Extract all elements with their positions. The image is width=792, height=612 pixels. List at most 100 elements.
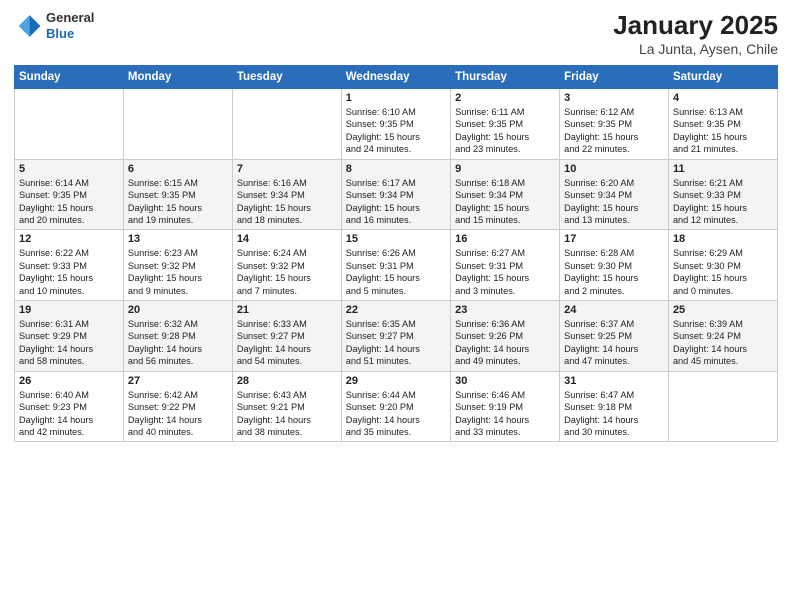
day-number: 19 xyxy=(19,304,119,316)
calendar-empty-cell xyxy=(15,89,124,160)
calendar-day-6: 6Sunrise: 6:15 AMSunset: 9:35 PMDaylight… xyxy=(123,159,232,230)
day-number: 29 xyxy=(346,375,446,387)
day-info: Sunrise: 6:33 AMSunset: 9:27 PMDaylight:… xyxy=(237,318,337,368)
day-number: 15 xyxy=(346,233,446,245)
day-number: 30 xyxy=(455,375,555,387)
day-number: 21 xyxy=(237,304,337,316)
day-info: Sunrise: 6:26 AMSunset: 9:31 PMDaylight:… xyxy=(346,247,446,297)
calendar-day-20: 20Sunrise: 6:32 AMSunset: 9:28 PMDayligh… xyxy=(123,301,232,372)
calendar-day-8: 8 Sunrise: 6:17 AMSunset: 9:34 PMDaylight… xyxy=(341,159,450,230)
logo-text: General Blue xyxy=(46,10,94,41)
day-number: 1 xyxy=(346,92,446,104)
day-info: Sunrise: 6:39 AMSunset: 9:24 PMDaylight:… xyxy=(673,318,773,368)
logo-blue: Blue xyxy=(46,26,74,41)
day-number: 25 xyxy=(673,304,773,316)
calendar-day-17: 17Sunrise: 6:28 AMSunset: 9:30 PMDayligh… xyxy=(560,230,669,301)
day-info: Sunrise: 6:24 AMSunset: 9:32 PMDaylight:… xyxy=(237,247,337,297)
calendar-empty-cell xyxy=(232,89,341,160)
day-number: 28 xyxy=(237,375,337,387)
calendar-header-friday: Friday xyxy=(560,66,669,89)
calendar-week-1: 1 Sunrise: 6:10 AMSunset: 9:35 PMDaylight… xyxy=(15,89,778,160)
calendar-day-21: 21 Sunrise: 6:33 AMSunset: 9:27 PMDayligh… xyxy=(232,301,341,372)
calendar-week-3: 12 Sunrise: 6:22 AMSunset: 9:33 PMDayligh… xyxy=(15,230,778,301)
calendar-day-28: 28Sunrise: 6:43 AMSunset: 9:21 PMDayligh… xyxy=(232,371,341,442)
calendar-week-4: 19 Sunrise: 6:31 AMSunset: 9:29 PMDayligh… xyxy=(15,301,778,372)
calendar-empty-cell xyxy=(123,89,232,160)
calendar-day-1: 1 Sunrise: 6:10 AMSunset: 9:35 PMDaylight… xyxy=(341,89,450,160)
calendar-day-24: 24Sunrise: 6:37 AMSunset: 9:25 PMDayligh… xyxy=(560,301,669,372)
calendar-header-sunday: Sunday xyxy=(15,66,124,89)
calendar-day-14: 14 Sunrise: 6:24 AMSunset: 9:32 PMDayligh… xyxy=(232,230,341,301)
day-number: 31 xyxy=(564,375,664,387)
day-number: 4 xyxy=(673,92,773,104)
calendar-day-11: 11 Sunrise: 6:21 AMSunset: 9:33 PMDayligh… xyxy=(668,159,777,230)
day-info: Sunrise: 6:29 AMSunset: 9:30 PMDaylight:… xyxy=(673,247,773,297)
day-info: Sunrise: 6:47 AMSunset: 9:18 PMDaylight:… xyxy=(564,389,664,439)
calendar-empty-cell xyxy=(668,371,777,442)
day-info: Sunrise: 6:27 AMSunset: 9:31 PMDaylight:… xyxy=(455,247,555,297)
day-info: Sunrise: 6:14 AMSunset: 9:35 PMDaylight:… xyxy=(19,177,119,227)
calendar-week-5: 26Sunrise: 6:40 AMSunset: 9:23 PMDayligh… xyxy=(15,371,778,442)
day-info: Sunrise: 6:21 AMSunset: 9:33 PMDaylight:… xyxy=(673,177,773,227)
day-info: Sunrise: 6:42 AMSunset: 9:22 PMDaylight:… xyxy=(128,389,228,439)
day-info: Sunrise: 6:23 AMSunset: 9:32 PMDaylight:… xyxy=(128,247,228,297)
logo: General Blue xyxy=(14,10,94,41)
day-number: 27 xyxy=(128,375,228,387)
calendar-day-10: 10 Sunrise: 6:20 AMSunset: 9:34 PMDayligh… xyxy=(560,159,669,230)
calendar-day-15: 15 Sunrise: 6:26 AMSunset: 9:31 PMDayligh… xyxy=(341,230,450,301)
day-number: 8 xyxy=(346,163,446,175)
calendar-day-25: 25 Sunrise: 6:39 AMSunset: 9:24 PMDayligh… xyxy=(668,301,777,372)
calendar-day-2: 2Sunrise: 6:11 AMSunset: 9:35 PMDaylight… xyxy=(451,89,560,160)
header: General Blue January 2025 La Junta, Ayse… xyxy=(14,10,778,57)
day-info: Sunrise: 6:18 AMSunset: 9:34 PMDaylight:… xyxy=(455,177,555,227)
calendar-day-12: 12 Sunrise: 6:22 AMSunset: 9:33 PMDayligh… xyxy=(15,230,124,301)
day-number: 6 xyxy=(128,163,228,175)
calendar-day-29: 29Sunrise: 6:44 AMSunset: 9:20 PMDayligh… xyxy=(341,371,450,442)
day-info: Sunrise: 6:13 AMSunset: 9:35 PMDaylight:… xyxy=(673,106,773,156)
day-info: Sunrise: 6:37 AMSunset: 9:25 PMDaylight:… xyxy=(564,318,664,368)
day-info: Sunrise: 6:31 AMSunset: 9:29 PMDaylight:… xyxy=(19,318,119,368)
day-number: 22 xyxy=(346,304,446,316)
calendar-header-saturday: Saturday xyxy=(668,66,777,89)
page: General Blue January 2025 La Junta, Ayse… xyxy=(0,0,792,612)
day-info: Sunrise: 6:28 AMSunset: 9:30 PMDaylight:… xyxy=(564,247,664,297)
calendar-table: SundayMondayTuesdayWednesdayThursdayFrid… xyxy=(14,65,778,442)
day-info: Sunrise: 6:10 AMSunset: 9:35 PMDaylight:… xyxy=(346,106,446,156)
day-info: Sunrise: 6:17 AMSunset: 9:34 PMDaylight:… xyxy=(346,177,446,227)
calendar-day-27: 27 Sunrise: 6:42 AMSunset: 9:22 PMDayligh… xyxy=(123,371,232,442)
calendar-day-30: 30 Sunrise: 6:46 AMSunset: 9:19 PMDayligh… xyxy=(451,371,560,442)
calendar-day-16: 16Sunrise: 6:27 AMSunset: 9:31 PMDayligh… xyxy=(451,230,560,301)
calendar-day-4: 4 Sunrise: 6:13 AMSunset: 9:35 PMDaylight… xyxy=(668,89,777,160)
day-number: 3 xyxy=(564,92,664,104)
day-number: 7 xyxy=(237,163,337,175)
calendar-week-2: 5 Sunrise: 6:14 AMSunset: 9:35 PMDaylight… xyxy=(15,159,778,230)
calendar-header-wednesday: Wednesday xyxy=(341,66,450,89)
day-info: Sunrise: 6:22 AMSunset: 9:33 PMDaylight:… xyxy=(19,247,119,297)
day-info: Sunrise: 6:32 AMSunset: 9:28 PMDaylight:… xyxy=(128,318,228,368)
day-number: 9 xyxy=(455,163,555,175)
calendar-day-22: 22 Sunrise: 6:35 AMSunset: 9:27 PMDayligh… xyxy=(341,301,450,372)
day-number: 5 xyxy=(19,163,119,175)
day-number: 26 xyxy=(19,375,119,387)
day-number: 12 xyxy=(19,233,119,245)
calendar-header-row: SundayMondayTuesdayWednesdayThursdayFrid… xyxy=(15,66,778,89)
calendar-day-7: 7Sunrise: 6:16 AMSunset: 9:34 PMDaylight… xyxy=(232,159,341,230)
title-block: January 2025 La Junta, Aysen, Chile xyxy=(613,10,778,57)
day-info: Sunrise: 6:35 AMSunset: 9:27 PMDaylight:… xyxy=(346,318,446,368)
calendar-day-18: 18 Sunrise: 6:29 AMSunset: 9:30 PMDayligh… xyxy=(668,230,777,301)
calendar-header-monday: Monday xyxy=(123,66,232,89)
day-number: 11 xyxy=(673,163,773,175)
calendar-day-3: 3 Sunrise: 6:12 AMSunset: 9:35 PMDaylight… xyxy=(560,89,669,160)
day-number: 18 xyxy=(673,233,773,245)
day-info: Sunrise: 6:46 AMSunset: 9:19 PMDaylight:… xyxy=(455,389,555,439)
day-number: 10 xyxy=(564,163,664,175)
calendar-day-26: 26Sunrise: 6:40 AMSunset: 9:23 PMDayligh… xyxy=(15,371,124,442)
day-info: Sunrise: 6:12 AMSunset: 9:35 PMDaylight:… xyxy=(564,106,664,156)
calendar-day-5: 5 Sunrise: 6:14 AMSunset: 9:35 PMDaylight… xyxy=(15,159,124,230)
day-number: 14 xyxy=(237,233,337,245)
day-number: 13 xyxy=(128,233,228,245)
calendar-subtitle: La Junta, Aysen, Chile xyxy=(613,41,778,57)
day-info: Sunrise: 6:20 AMSunset: 9:34 PMDaylight:… xyxy=(564,177,664,227)
day-number: 23 xyxy=(455,304,555,316)
calendar-day-13: 13 Sunrise: 6:23 AMSunset: 9:32 PMDayligh… xyxy=(123,230,232,301)
